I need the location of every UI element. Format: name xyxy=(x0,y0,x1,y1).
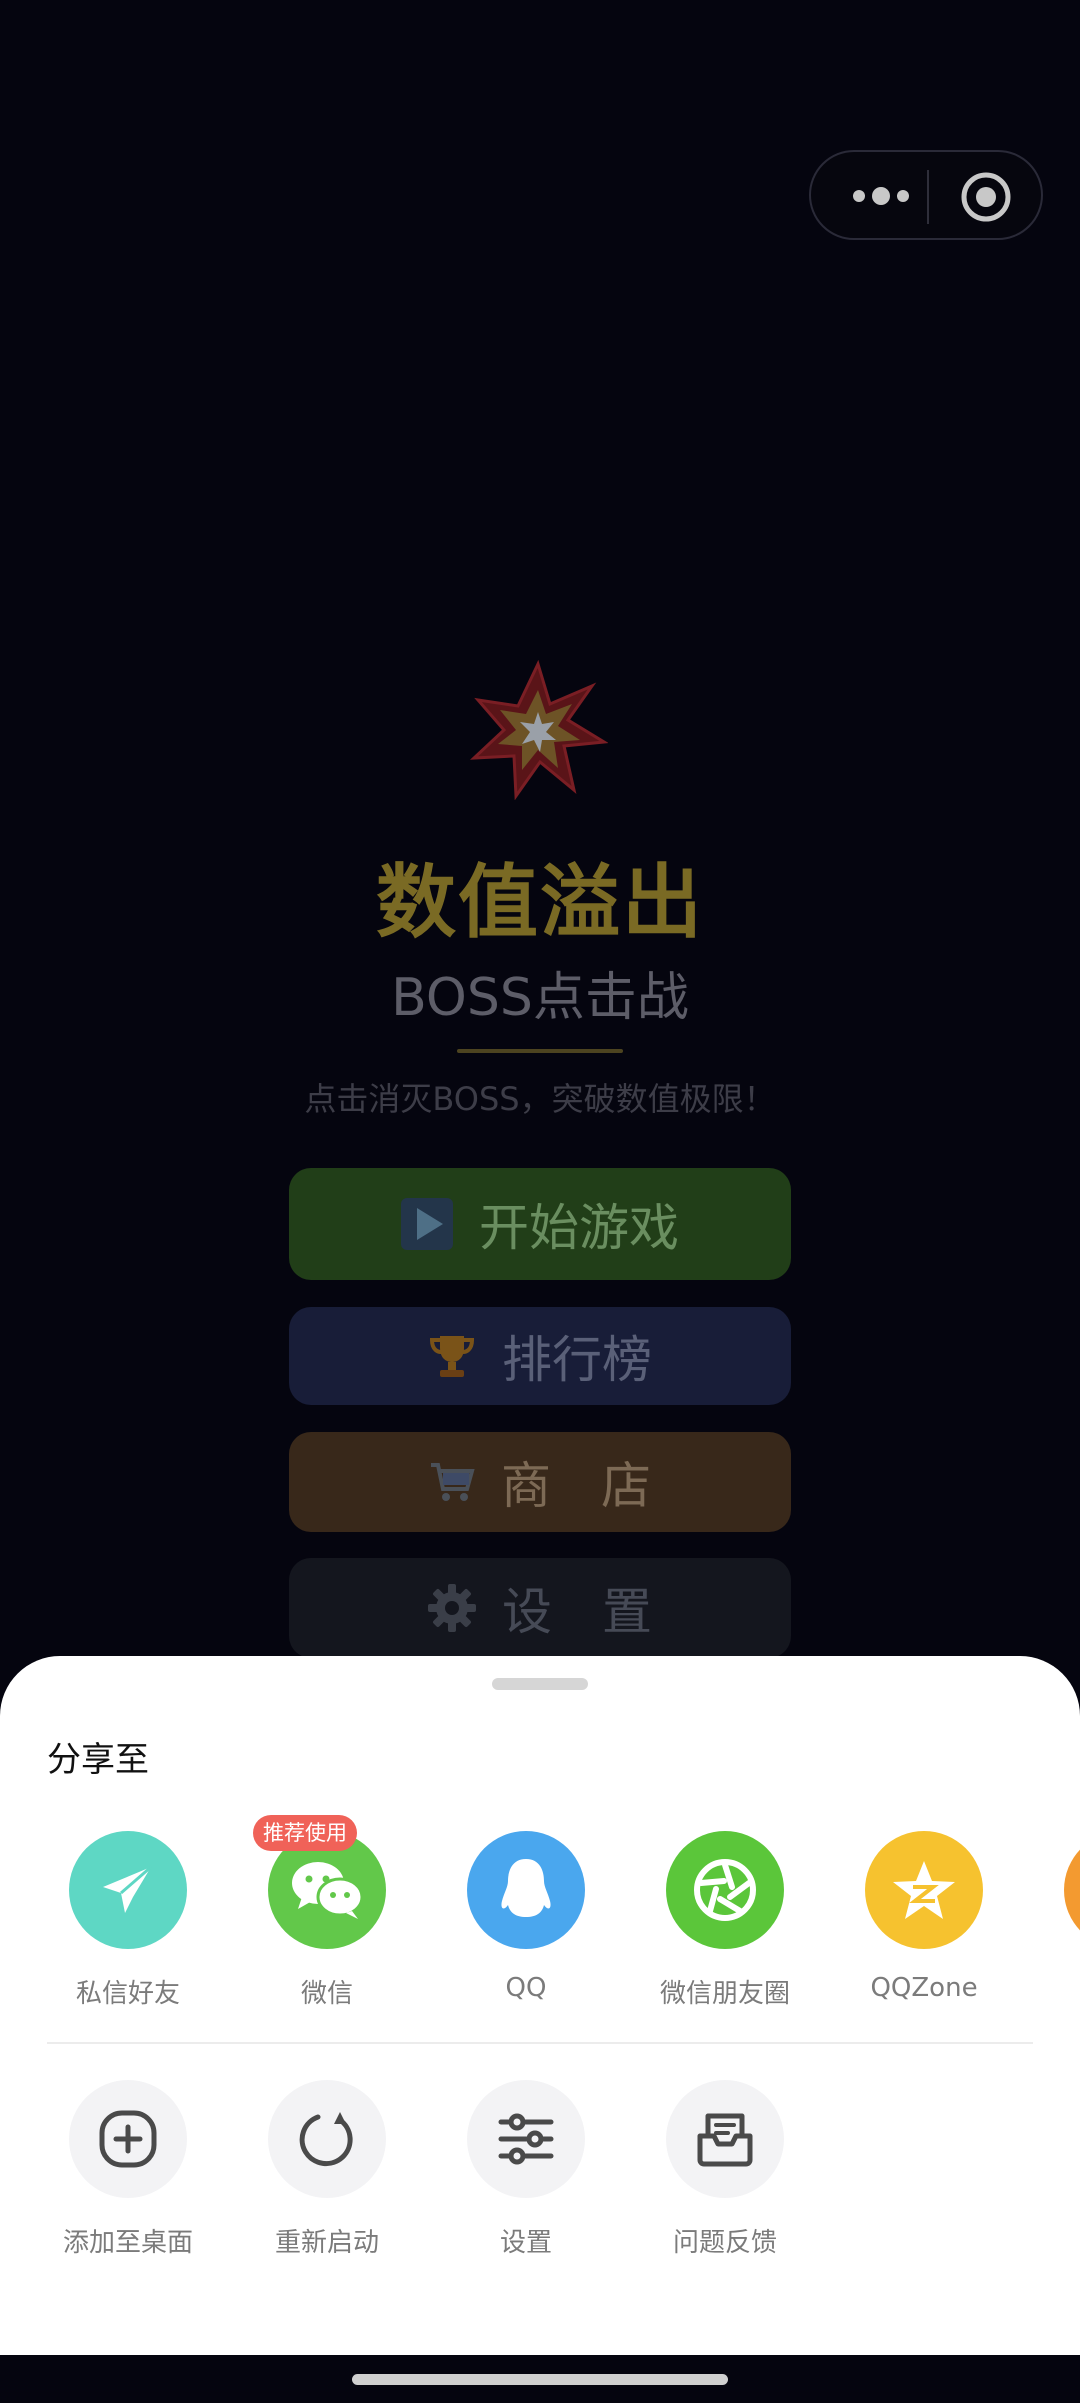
share-qzone-circle[interactable] xyxy=(865,1831,983,1949)
share-more-item-partial[interactable] xyxy=(1064,1831,1080,1949)
paper-plane-icon xyxy=(103,1865,152,1913)
leaderboard-label: 排行榜 xyxy=(502,1331,652,1389)
restart-icon xyxy=(299,2112,353,2167)
game-title: 数值溢出 xyxy=(376,856,704,949)
share-private-message-label: 私信好友 xyxy=(75,1979,180,2009)
feedback-inbox-icon xyxy=(697,2113,753,2167)
wechat-icon xyxy=(292,1862,364,1919)
share-moments-circle[interactable] xyxy=(666,1831,784,1949)
explosion-icon xyxy=(469,660,608,800)
start-game-label: 开始游戏 xyxy=(479,1199,679,1257)
restart-label: 重新启动 xyxy=(274,2228,379,2258)
leaderboard-button[interactable]: 排行榜 xyxy=(289,1307,791,1405)
feedback-circle[interactable] xyxy=(666,2080,784,2198)
add-to-desktop-label: 添加至桌面 xyxy=(62,2228,193,2258)
gear-icon xyxy=(428,1584,476,1632)
share-moments-label: 微信朋友圈 xyxy=(659,1979,790,2009)
settings-label: 设 置 xyxy=(502,1583,652,1641)
miniprogram-settings-label: 设置 xyxy=(499,2228,552,2258)
shop-label: 商 店 xyxy=(501,1457,651,1515)
moments-shutter-icon xyxy=(694,1859,756,1921)
trophy-icon xyxy=(429,1336,475,1377)
home-indicator[interactable] xyxy=(352,2374,728,2385)
play-icon xyxy=(401,1198,453,1250)
close-miniprogram-icon[interactable] xyxy=(959,170,1013,224)
sheet-grab-handle[interactable] xyxy=(492,1678,588,1690)
sliders-icon xyxy=(498,2113,554,2165)
share-sheet: 分享至 私信好友 推荐使用 微信 QQ 微信朋友圈 QQZone 添加至桌面 重… xyxy=(0,1656,1080,2355)
start-game-button[interactable]: 开始游戏 xyxy=(289,1168,791,1280)
qq-penguin-icon xyxy=(501,1859,551,1917)
shop-button[interactable]: 商 店 xyxy=(289,1432,791,1532)
add-to-desktop-circle[interactable] xyxy=(69,2080,187,2198)
title-divider xyxy=(457,1049,623,1053)
game-subtitle: BOSS点击战 xyxy=(391,968,689,1028)
share-sheet-separator xyxy=(47,2042,1033,2044)
restart-circle[interactable] xyxy=(268,2080,386,2198)
share-qq-label: QQ xyxy=(505,1973,547,2003)
recommended-badge: 推荐使用 xyxy=(253,1815,357,1851)
capsule-divider xyxy=(927,170,929,224)
miniprogram-settings-circle[interactable] xyxy=(467,2080,585,2198)
feedback-label: 问题反馈 xyxy=(672,2228,777,2258)
share-qzone-label: QQZone xyxy=(870,1973,978,2003)
miniprogram-capsule xyxy=(809,150,1043,240)
share-wechat-label: 微信 xyxy=(300,1979,353,2009)
share-sheet-title: 分享至 xyxy=(47,1740,149,1780)
share-qq-circle[interactable] xyxy=(467,1831,585,1949)
share-private-message-circle[interactable] xyxy=(69,1831,187,1949)
qzone-star-icon xyxy=(893,1861,955,1919)
game-tagline: 点击消灭BOSS，突破数值极限！ xyxy=(304,1080,776,1118)
settings-button[interactable]: 设 置 xyxy=(289,1558,791,1658)
cart-icon xyxy=(431,1463,475,1501)
add-icon xyxy=(99,2110,157,2168)
more-options-icon[interactable] xyxy=(841,176,925,216)
